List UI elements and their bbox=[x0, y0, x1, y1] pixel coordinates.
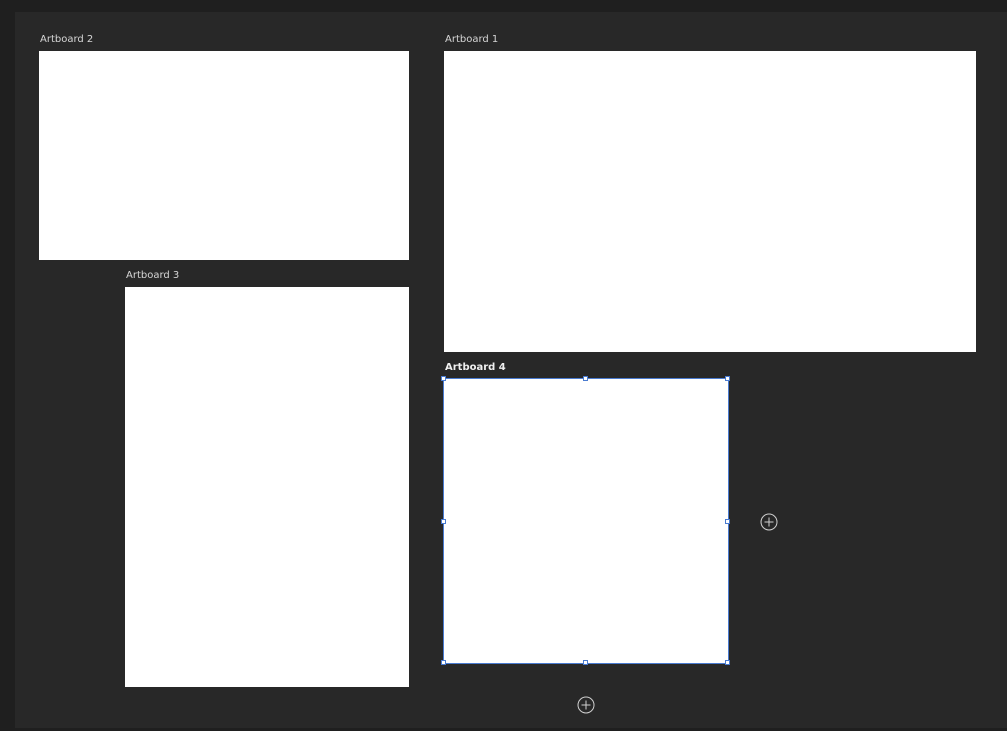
resize-handle-top-right[interactable] bbox=[725, 376, 730, 381]
resize-handle-top-left[interactable] bbox=[441, 376, 446, 381]
plus-circle-icon bbox=[760, 513, 778, 531]
artboard-workspace: Artboard 2 Artboard 1 Artboard 3 Artboar… bbox=[0, 0, 1007, 731]
artboard-1-label[interactable]: Artboard 1 bbox=[445, 34, 498, 46]
resize-handle-right[interactable] bbox=[725, 519, 730, 524]
artboard-4-label[interactable]: Artboard 4 bbox=[445, 362, 506, 374]
artboard-2[interactable] bbox=[39, 51, 409, 260]
artboard-2-label[interactable]: Artboard 2 bbox=[40, 34, 93, 46]
add-artboard-right-button[interactable] bbox=[760, 513, 778, 531]
artboard-4[interactable] bbox=[443, 378, 729, 664]
artboard-1[interactable] bbox=[444, 51, 976, 352]
artboard-3[interactable] bbox=[125, 287, 409, 687]
resize-handle-bottom-left[interactable] bbox=[441, 660, 446, 665]
add-artboard-bottom-button[interactable] bbox=[577, 696, 595, 714]
plus-circle-icon bbox=[577, 696, 595, 714]
resize-handle-bottom-right[interactable] bbox=[725, 660, 730, 665]
resize-handle-bottom[interactable] bbox=[583, 660, 588, 665]
artboard-3-label[interactable]: Artboard 3 bbox=[126, 270, 179, 282]
resize-handle-top[interactable] bbox=[583, 376, 588, 381]
resize-handle-left[interactable] bbox=[441, 519, 446, 524]
